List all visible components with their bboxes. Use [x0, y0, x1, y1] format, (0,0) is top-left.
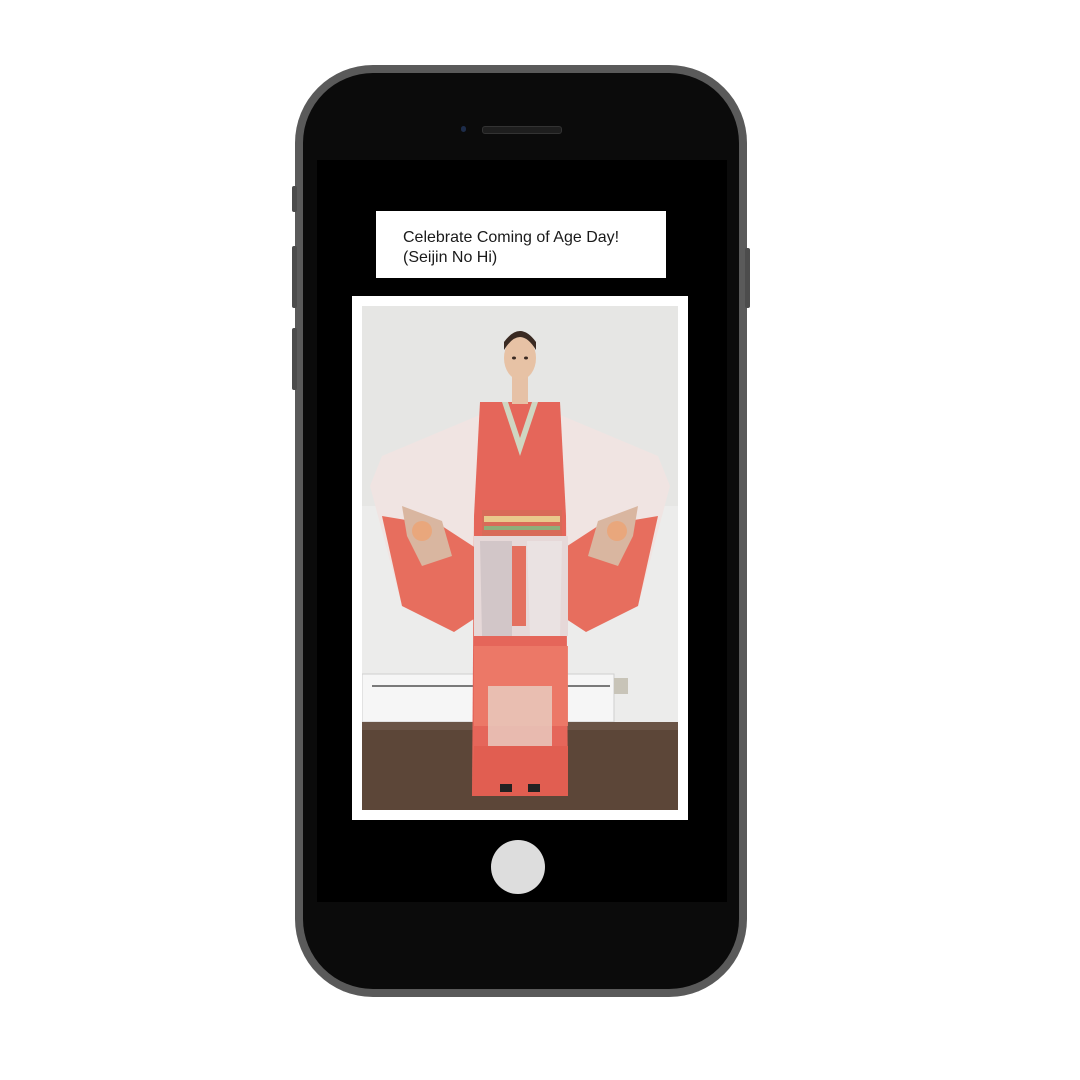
home-button[interactable] [491, 840, 545, 894]
power-button [745, 248, 750, 308]
banner-subtitle: (Seijin No Hi) [403, 249, 498, 266]
banner-title: Celebrate Coming of Age Day! [403, 229, 620, 246]
front-camera-icon [461, 126, 466, 132]
kimono-model-photo [362, 306, 678, 810]
volume-down-button [292, 328, 297, 390]
title-banner: Celebrate Coming of Age Day! (Seijin No … [376, 211, 666, 278]
earpiece-speaker [482, 126, 562, 134]
mute-switch [292, 186, 297, 212]
volume-up-button [292, 246, 297, 308]
photo-frame [352, 296, 688, 820]
